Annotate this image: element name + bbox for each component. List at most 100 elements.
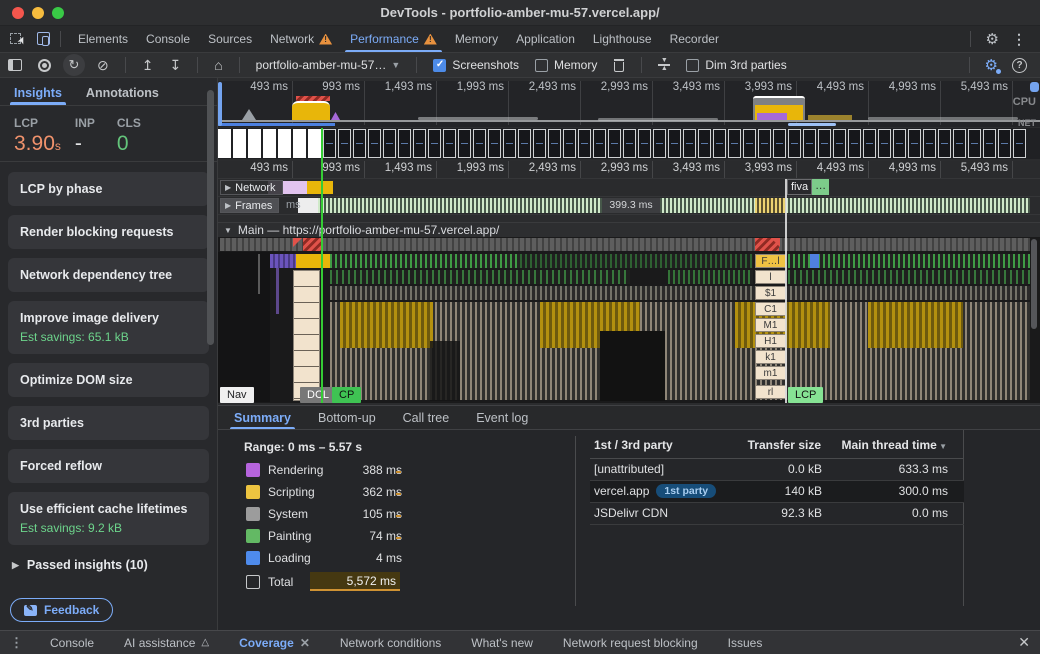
film-frame[interactable]	[248, 129, 261, 158]
film-frame[interactable]	[308, 129, 321, 158]
film-frame[interactable]	[938, 129, 951, 158]
film-frame[interactable]	[383, 129, 396, 158]
close-tab-icon[interactable]: ✕	[300, 636, 310, 650]
more-options-icon[interactable]: ⋮	[1006, 31, 1032, 48]
main-track-header[interactable]: ▼ Main — https://portfolio-amber-mu-57.v…	[218, 222, 1040, 237]
tab-insights[interactable]: Insights	[14, 86, 62, 105]
upload-profile-icon[interactable]: ↥	[134, 58, 162, 72]
film-frame[interactable]	[878, 129, 891, 158]
film-frame[interactable]	[968, 129, 981, 158]
column-header-transfer[interactable]: Transfer size	[748, 438, 821, 452]
tab-annotations[interactable]: Annotations	[86, 86, 159, 105]
cp-marker[interactable]: CP	[332, 387, 361, 403]
network-track[interactable]: ▶Network fiva…	[218, 179, 1040, 197]
film-frame[interactable]	[293, 129, 306, 158]
shortcuts-dialog-icon[interactable]: ▼▲	[658, 59, 670, 71]
insight-card-3rd-parties[interactable]: 3rd parties	[8, 406, 209, 440]
flame-function-label[interactable]: m1	[755, 366, 786, 380]
frames-track-label[interactable]: ▶Frames	[220, 198, 279, 213]
metric-cls[interactable]: CLS 0	[117, 116, 141, 161]
film-frame[interactable]	[743, 129, 756, 158]
insight-card-lcp-by-phase[interactable]: LCP by phase	[8, 172, 209, 206]
settings-gear-icon[interactable]: ⚙	[979, 30, 1006, 48]
tab-recorder[interactable]: Recorder	[661, 26, 728, 52]
film-frame[interactable]	[593, 129, 606, 158]
film-frame[interactable]	[563, 129, 576, 158]
film-frame[interactable]	[338, 129, 351, 158]
capture-settings-gear-icon[interactable]: ⚙	[978, 56, 1005, 74]
film-frame[interactable]	[548, 129, 561, 158]
drawer-tab-coverage[interactable]: Coverage✕	[224, 631, 325, 654]
film-frame[interactable]	[488, 129, 501, 158]
column-header-time[interactable]: Main thread time ▼	[842, 438, 948, 452]
insight-card-render-blocking[interactable]: Render blocking requests	[8, 215, 209, 249]
film-frame[interactable]	[983, 129, 996, 158]
insight-card-network-dependency[interactable]: Network dependency tree	[8, 258, 209, 292]
drawer-tab-ai-assistance[interactable]: AI assistance△	[109, 631, 224, 654]
frames-track[interactable]: 399.3 ms ▶Frames ms	[218, 197, 1040, 215]
film-frame[interactable]	[698, 129, 711, 158]
flame-function-label[interactable]: H1	[755, 334, 786, 348]
film-frame[interactable]	[758, 129, 771, 158]
film-frame[interactable]	[728, 129, 741, 158]
filmstrip[interactable]	[218, 128, 1040, 159]
film-frame[interactable]	[323, 129, 336, 158]
insight-card-image-delivery[interactable]: Improve image deliveryEst savings: 65.1 …	[8, 301, 209, 354]
tab-event-log[interactable]: Event log	[476, 406, 528, 429]
inspect-element-icon[interactable]: ➤	[10, 32, 26, 46]
film-frame[interactable]	[923, 129, 936, 158]
film-frame[interactable]	[263, 129, 276, 158]
film-frame[interactable]	[233, 129, 246, 158]
film-frame[interactable]	[953, 129, 966, 158]
overview-left-handle[interactable]	[218, 82, 222, 126]
sidebar-scrollbar[interactable]	[207, 90, 214, 345]
film-frame[interactable]	[908, 129, 921, 158]
dcl-marker[interactable]: DCL	[300, 387, 336, 403]
home-icon[interactable]: ⌂	[206, 58, 230, 72]
film-frame[interactable]	[428, 129, 441, 158]
film-frame[interactable]	[773, 129, 786, 158]
main-flame-chart[interactable]: F…l l $1 C1 M1 H1 k1 m1 rl	[218, 237, 1040, 403]
film-frame[interactable]	[353, 129, 366, 158]
film-frame[interactable]	[578, 129, 591, 158]
tab-sources[interactable]: Sources	[199, 26, 261, 52]
film-frame[interactable]	[683, 129, 696, 158]
film-frame[interactable]	[638, 129, 651, 158]
tab-performance[interactable]: Performance	[341, 26, 446, 52]
film-frame[interactable]	[818, 129, 831, 158]
network-request-badge[interactable]: fiva…	[787, 179, 829, 195]
film-frame[interactable]	[398, 129, 411, 158]
film-frame[interactable]	[368, 129, 381, 158]
overview-right-handle[interactable]	[1030, 82, 1039, 92]
flame-function-label[interactable]: F…l	[755, 254, 786, 268]
download-profile-icon[interactable]: ↧	[161, 58, 189, 72]
film-frame[interactable]	[833, 129, 846, 158]
drawer-tab-network-conditions[interactable]: Network conditions	[325, 631, 456, 654]
insight-card-cache-lifetimes[interactable]: Use efficient cache lifetimesEst savings…	[8, 492, 209, 545]
film-frame[interactable]	[473, 129, 486, 158]
tab-lighthouse[interactable]: Lighthouse	[584, 26, 661, 52]
nav-marker[interactable]: Nav	[220, 387, 254, 403]
film-frame[interactable]	[863, 129, 876, 158]
film-frame[interactable]	[608, 129, 621, 158]
flame-function-label[interactable]: C1	[755, 302, 786, 316]
film-frame[interactable]	[653, 129, 666, 158]
film-frame[interactable]	[278, 129, 291, 158]
film-frame[interactable]	[848, 129, 861, 158]
network-track-label[interactable]: ▶Network	[220, 180, 283, 195]
tab-summary[interactable]: Summary	[234, 406, 291, 429]
lcp-marker[interactable]: LCP	[788, 387, 823, 403]
reload-and-record-button[interactable]: ↻	[63, 54, 85, 76]
tab-bottom-up[interactable]: Bottom-up	[318, 406, 376, 429]
flame-function-label[interactable]: l	[755, 270, 786, 284]
tab-memory[interactable]: Memory	[446, 26, 507, 52]
table-row-unattributed[interactable]: [unattributed] 0.0 kB 633.3 ms	[590, 459, 964, 481]
table-row-jsdelivr[interactable]: JSDelivr CDN 92.3 kB 0.0 ms	[590, 503, 964, 525]
film-frame[interactable]	[503, 129, 516, 158]
history-select[interactable]: portfolio-amber-mu-57…▼	[248, 58, 409, 72]
drawer-tab-whats-new[interactable]: What's new	[456, 631, 548, 654]
feedback-button[interactable]: Feedback	[10, 598, 113, 622]
screenshots-checkbox[interactable]: Screenshots	[425, 58, 527, 72]
tab-elements[interactable]: Elements	[69, 26, 137, 52]
tab-network[interactable]: Network	[261, 26, 341, 52]
